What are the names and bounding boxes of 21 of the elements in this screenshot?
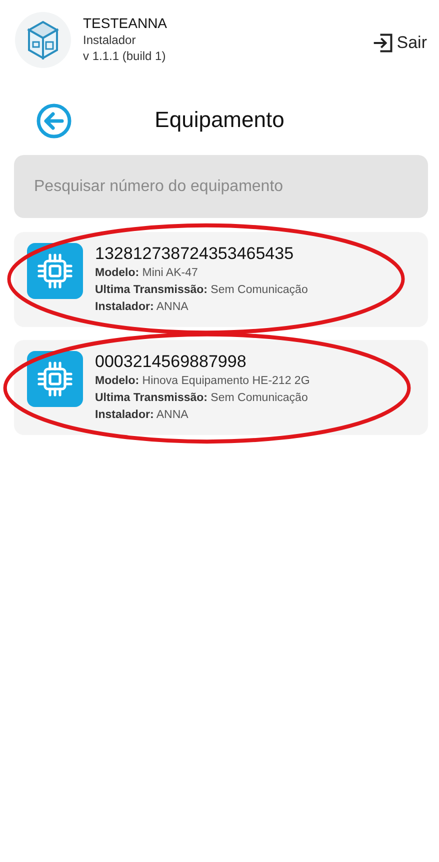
device-number: 0003214569887998 bbox=[95, 351, 248, 373]
device-detail: Modelo: Hinova Equipamento HE-212 2G bbox=[95, 374, 310, 389]
device-detail: Ultima Transmissão: Sem Comunicação bbox=[95, 283, 308, 298]
logout-button[interactable]: Sair bbox=[372, 32, 427, 54]
app-logo bbox=[15, 12, 71, 68]
app-version: v 1.1.1 (build 1) bbox=[83, 48, 167, 64]
device-number: 132812738724353465435 bbox=[95, 243, 295, 265]
logout-icon bbox=[372, 32, 394, 54]
page-title: Equipamento bbox=[154, 107, 284, 133]
device-detail: Instalador: ANNA bbox=[95, 408, 190, 423]
app-name: TESTEANNA bbox=[83, 14, 168, 32]
device-card[interactable]: 132812738724353465435 Modelo: Mini AK-47 Ultima Transmissão: Sem Comunicação Instalador: ANNA bbox=[14, 232, 428, 327]
search-field[interactable]: Pesquisar número do equipamento bbox=[14, 155, 428, 218]
device-detail: Modelo: Mini AK-47 bbox=[95, 266, 199, 281]
user-role: Instalador bbox=[83, 32, 137, 48]
device-detail: Ultima Transmissão: Sem Comunicação bbox=[95, 391, 309, 406]
device-card[interactable]: 0003214569887998 Modelo: Hinova Equipamento HE-212 2G Ultima Transmissão: Sem Comunicação Instalador: ANNA bbox=[14, 340, 428, 435]
chip-icon bbox=[27, 243, 83, 299]
device-detail: Instalador: ANNA bbox=[95, 300, 190, 315]
back-icon[interactable] bbox=[36, 103, 72, 139]
chip-icon bbox=[27, 351, 83, 407]
